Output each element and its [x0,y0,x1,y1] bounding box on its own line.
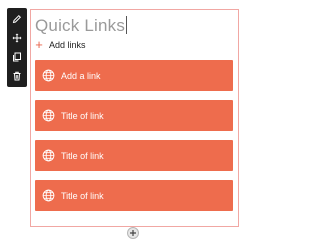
copy-icon [12,52,22,62]
duplicate-button[interactable] [7,48,27,66]
globe-icon [41,149,55,163]
edit-button[interactable] [7,10,27,28]
link-label: Title of link [61,150,104,161]
plus-icon: + [35,37,43,52]
pencil-icon [12,14,22,24]
quick-links-editor: Quick Links + Add links Add a link Title… [0,0,244,245]
add-links-button[interactable]: + Add links [33,37,86,52]
link-label: Title of link [61,110,104,121]
trash-icon [12,71,22,81]
widget-title-text: Quick Links [35,16,126,35]
text-caret [126,16,128,34]
globe-icon [41,69,55,83]
globe-icon [41,189,55,203]
globe-icon [41,109,55,123]
link-list: Add a link Title of link Title of link T… [35,60,233,220]
link-tile[interactable]: Add a link [35,60,233,91]
plus-circle-icon [129,224,137,242]
link-label: Title of link [61,190,104,201]
add-section-button[interactable] [127,227,139,239]
move-button[interactable] [7,29,27,47]
move-icon [12,33,22,43]
delete-button[interactable] [7,67,27,85]
link-tile[interactable]: Title of link [35,180,233,211]
widget-title[interactable]: Quick Links [35,16,128,36]
widget-toolbar [7,8,27,87]
link-label: Add a link [61,70,101,81]
add-links-label: Add links [49,40,86,50]
link-tile[interactable]: Title of link [35,100,233,131]
link-tile[interactable]: Title of link [35,140,233,171]
